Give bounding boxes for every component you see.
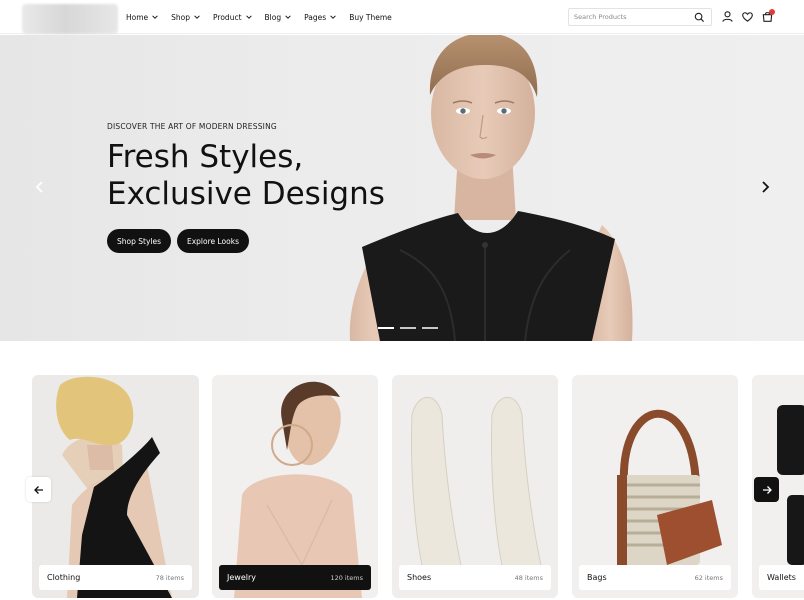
nav-label: Pages — [304, 12, 327, 22]
category-count: 78 items — [155, 573, 184, 582]
category-label[interactable]: Clothing 78 items — [39, 565, 192, 590]
heart-icon[interactable] — [741, 10, 754, 23]
nav-item-product[interactable]: Product — [213, 13, 252, 22]
category-card-jewelry[interactable]: Jewelry 120 items — [212, 375, 378, 598]
search-input[interactable] — [569, 13, 687, 21]
hero-model-image — [349, 35, 633, 341]
hero-title-line: Fresh Styles, — [107, 139, 304, 175]
slide-dot[interactable] — [422, 327, 438, 329]
chevron-down-icon — [285, 15, 291, 19]
category-name: Shoes — [407, 573, 432, 582]
category-label[interactable]: Bags 62 items — [579, 565, 731, 590]
hero-kicker: DISCOVER THE ART OF MODERN DRESSING — [107, 122, 277, 131]
category-name: Jewelry — [227, 573, 256, 582]
category-card-bags[interactable]: Bags 62 items — [572, 375, 738, 598]
arrow-left-icon — [33, 485, 43, 494]
nav-label: Blog — [264, 12, 282, 22]
category-count: 48 items — [514, 573, 543, 582]
hero-title-line: Exclusive Designs — [107, 176, 385, 212]
nav-item-home[interactable]: Home — [126, 13, 159, 22]
nav-label: Product — [213, 12, 242, 22]
hero-slider: DISCOVER THE ART OF MODERN DRESSING Fres… — [0, 35, 804, 341]
carousel-next-button[interactable] — [754, 477, 779, 502]
chevron-down-icon — [330, 15, 336, 19]
category-label[interactable]: Jewelry 120 items — [219, 565, 371, 590]
search-icon[interactable] — [694, 12, 705, 23]
category-count: 62 items — [694, 573, 723, 582]
chevron-down-icon — [194, 15, 200, 19]
brand-logo[interactable] — [22, 4, 118, 34]
main-nav: Home Shop Product Blog Pages Buy Theme — [126, 0, 392, 34]
explore-looks-button[interactable]: Explore Looks — [177, 229, 249, 253]
prev-slide-icon[interactable] — [32, 179, 48, 195]
search-box — [568, 8, 712, 26]
category-card-clothing[interactable]: Clothing 78 items — [32, 375, 199, 598]
cart-count-badge — [769, 9, 775, 15]
nav-label: Home — [126, 12, 149, 22]
category-name: Clothing — [47, 573, 81, 582]
user-icon[interactable] — [721, 10, 734, 23]
chevron-down-icon — [245, 15, 252, 19]
category-count: 120 items — [330, 573, 363, 582]
category-label[interactable]: Shoes 48 items — [399, 565, 551, 590]
hero-title: Fresh Styles, Exclusive Designs — [107, 139, 385, 213]
nav-label: Shop — [171, 12, 191, 22]
nav-item-blog[interactable]: Blog — [265, 13, 293, 22]
carousel-prev-button[interactable] — [26, 477, 51, 502]
nav-label: Buy Theme — [349, 12, 392, 22]
category-label[interactable]: Wallets — [759, 565, 804, 590]
category-name: Wallets — [767, 573, 796, 582]
nav-item-shop[interactable]: Shop — [171, 13, 201, 22]
category-name: Bags — [587, 573, 607, 582]
nav-item-buy-theme[interactable]: Buy Theme — [349, 13, 392, 22]
category-card-shoes[interactable]: Shoes 48 items — [392, 375, 558, 598]
site-header: Home Shop Product Blog Pages Buy Theme — [0, 0, 804, 34]
next-slide-icon[interactable] — [757, 179, 773, 195]
arrow-right-icon — [762, 485, 772, 494]
shop-styles-button[interactable]: Shop Styles — [107, 229, 171, 253]
chevron-down-icon — [152, 15, 158, 19]
slide-pagination — [378, 327, 438, 329]
slide-dot[interactable] — [400, 327, 416, 329]
slide-dot[interactable] — [378, 327, 394, 329]
nav-item-pages[interactable]: Pages — [304, 13, 337, 22]
